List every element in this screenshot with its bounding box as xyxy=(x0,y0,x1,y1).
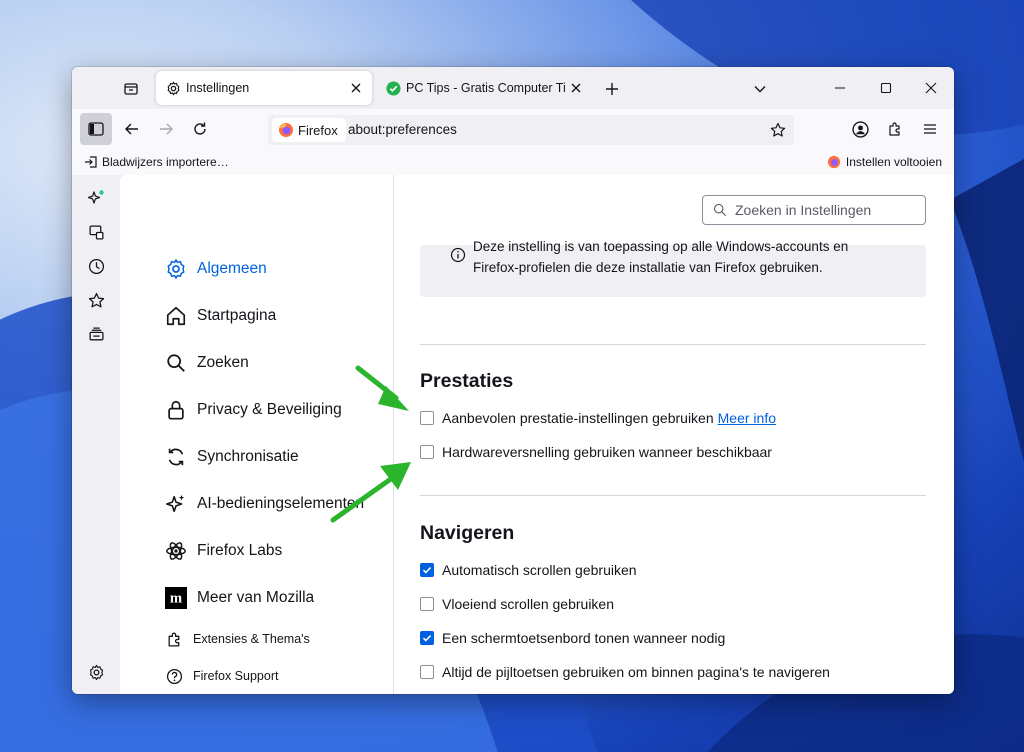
arrow-annotation-2 xyxy=(330,462,411,523)
arrow-annotation-1 xyxy=(355,365,409,411)
annotation-arrows xyxy=(330,365,411,523)
